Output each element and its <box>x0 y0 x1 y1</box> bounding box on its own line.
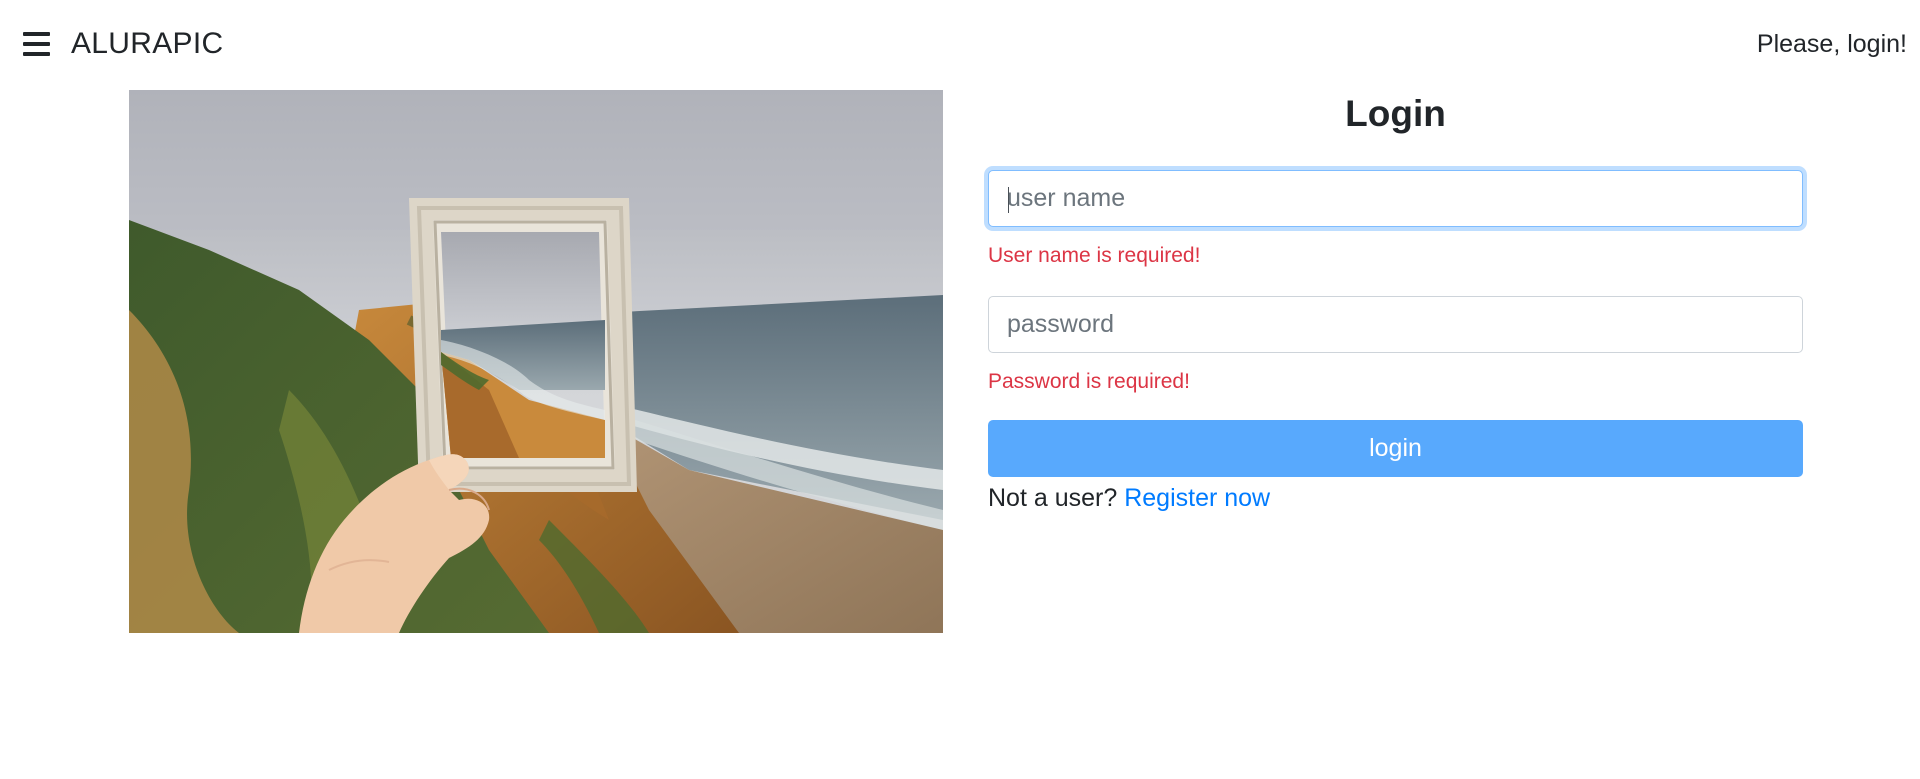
username-error: User name is required! <box>988 244 1201 267</box>
register-link[interactable]: Register now <box>1124 484 1270 512</box>
brand-logo[interactable]: ALURAPIC <box>71 26 223 62</box>
username-input[interactable] <box>988 170 1803 227</box>
text-cursor <box>1008 187 1009 213</box>
hamburger-menu-icon[interactable] <box>20 30 56 60</box>
login-button[interactable]: login <box>988 420 1803 477</box>
password-input[interactable] <box>988 296 1803 353</box>
hero-photo <box>129 90 943 633</box>
hero-photo-illustration <box>129 90 943 633</box>
password-error: Password is required! <box>988 370 1190 393</box>
register-prompt-line: Not a user? Register now <box>988 482 1270 514</box>
page-title: Login <box>1345 93 1446 134</box>
navbar: ALURAPIC Please, login! <box>0 0 1920 88</box>
register-prompt-text: Not a user? <box>988 484 1118 512</box>
login-prompt: Please, login! <box>1756 30 1907 58</box>
